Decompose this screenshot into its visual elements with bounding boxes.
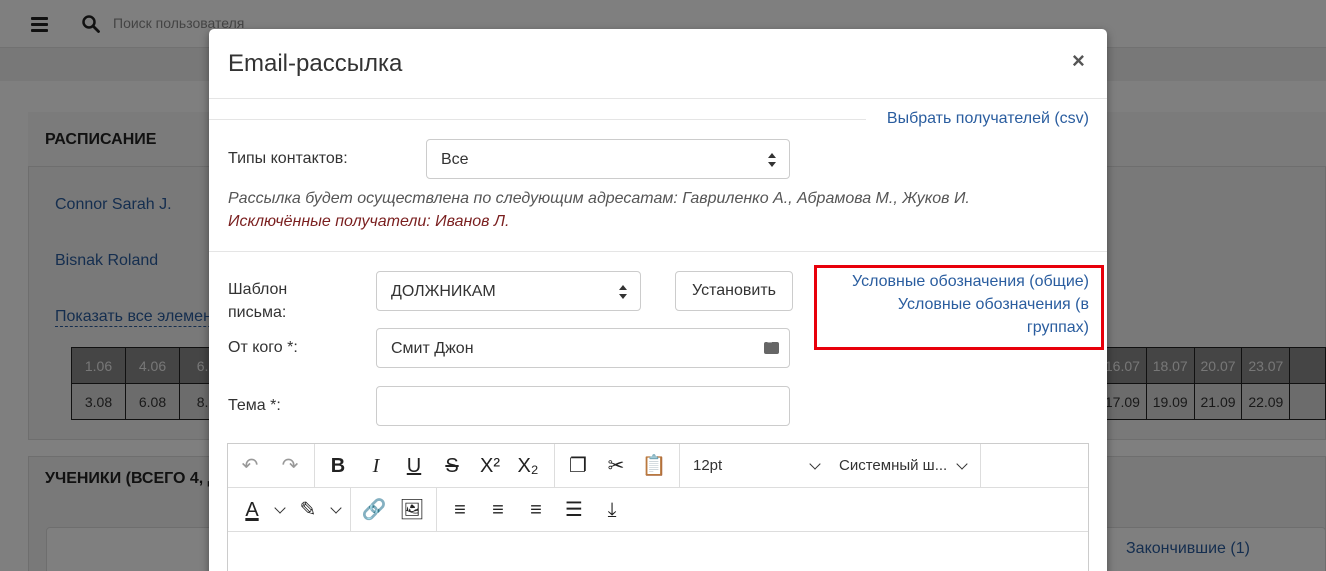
chevron-down-icon — [809, 458, 821, 470]
select-arrows-icon — [768, 153, 777, 167]
undo-icon[interactable]: ↶ — [236, 452, 264, 480]
legend-groups-link-line1[interactable]: Условные обозначения (в — [898, 296, 1089, 314]
insert-download-icon[interactable]: ⤓ — [598, 496, 626, 524]
link-icon[interactable]: 🔗 — [360, 496, 388, 524]
modal-title: Email-рассылка — [228, 50, 403, 77]
rich-text-editor: ↶ ↷ B I U S X² X₂ ❐ ✂ 📋 12pt Системный ш… — [227, 443, 1089, 571]
font-size-select[interactable]: 12pt — [693, 457, 722, 474]
toolbar-separator — [436, 488, 437, 532]
toolbar-row-1: ↶ ↷ B I U S X² X₂ ❐ ✂ 📋 12pt Системный ш… — [228, 444, 1088, 488]
toolbar-separator — [350, 488, 351, 532]
toolbar-separator — [554, 444, 555, 488]
modal-header: Email-рассылка × — [209, 29, 1107, 99]
set-template-button[interactable]: Установить — [675, 271, 793, 311]
image-icon[interactable]: 🖼 — [398, 496, 426, 524]
copy-icon[interactable]: ❐ — [564, 452, 592, 480]
section-divider — [209, 251, 1107, 252]
from-value: Смит Джон — [391, 340, 474, 357]
highlight-icon[interactable]: ✎ — [294, 496, 322, 524]
subject-label: Тема *: — [228, 397, 281, 414]
template-select[interactable]: ДОЛЖНИКАМ — [376, 271, 641, 311]
template-label-line1: Шаблон — [228, 281, 288, 298]
superscript-icon[interactable]: X² — [476, 452, 504, 480]
text-color-icon[interactable]: A — [238, 496, 266, 524]
subscript-icon[interactable]: X₂ — [514, 452, 542, 480]
chevron-down-icon — [956, 458, 968, 470]
paste-icon[interactable]: 📋 — [640, 452, 668, 480]
email-modal: Email-рассылка × Выбрать получателей (cs… — [209, 29, 1107, 571]
chevron-down-icon[interactable] — [330, 502, 342, 514]
legend-groups-link-line2[interactable]: группах) — [1027, 319, 1089, 337]
template-value: ДОЛЖНИКАМ — [391, 283, 496, 300]
toolbar-row-2: A ✎ 🔗 🖼 ≡ ≡ ≡ ☰ ⤓ — [228, 488, 1088, 532]
toolbar-separator — [980, 444, 981, 488]
align-right-icon[interactable]: ≡ — [522, 496, 550, 524]
italic-icon[interactable]: I — [362, 452, 390, 480]
recipients-info: Рассылка будет осуществлена по следующим… — [228, 190, 970, 207]
excluded-info: Исключённые получатели: Иванов Л. — [228, 213, 510, 230]
toolbar-separator — [314, 444, 315, 488]
from-label: От кого *: — [228, 339, 298, 356]
chevron-down-icon[interactable] — [274, 502, 286, 514]
template-label-line2: письма: — [228, 304, 287, 321]
contact-types-select[interactable]: Все — [426, 139, 790, 179]
cut-icon[interactable]: ✂ — [602, 452, 630, 480]
from-field[interactable]: Смит Джон — [376, 328, 790, 368]
toolbar-separator — [679, 444, 680, 488]
underline-icon[interactable]: U — [400, 452, 428, 480]
align-left-icon[interactable]: ≡ — [446, 496, 474, 524]
align-justify-icon[interactable]: ☰ — [560, 496, 588, 524]
contact-types-label: Типы контактов: — [228, 150, 348, 167]
align-center-icon[interactable]: ≡ — [484, 496, 512, 524]
bold-icon[interactable]: B — [324, 452, 352, 480]
select-recipients-csv-link[interactable]: Выбрать получателей (csv) — [887, 110, 1089, 128]
strikethrough-icon[interactable]: S — [438, 452, 466, 480]
legend-general-link[interactable]: Условные обозначения (общие) — [852, 273, 1089, 291]
divider — [209, 119, 866, 120]
font-family-select[interactable]: Системный ш... — [839, 457, 947, 474]
contact-types-value: Все — [441, 151, 469, 168]
subject-field[interactable] — [376, 386, 790, 426]
close-icon[interactable]: × — [1072, 49, 1085, 73]
contact-card-icon — [764, 339, 779, 354]
redo-icon[interactable]: ↷ — [276, 452, 304, 480]
select-arrows-icon — [619, 285, 628, 299]
